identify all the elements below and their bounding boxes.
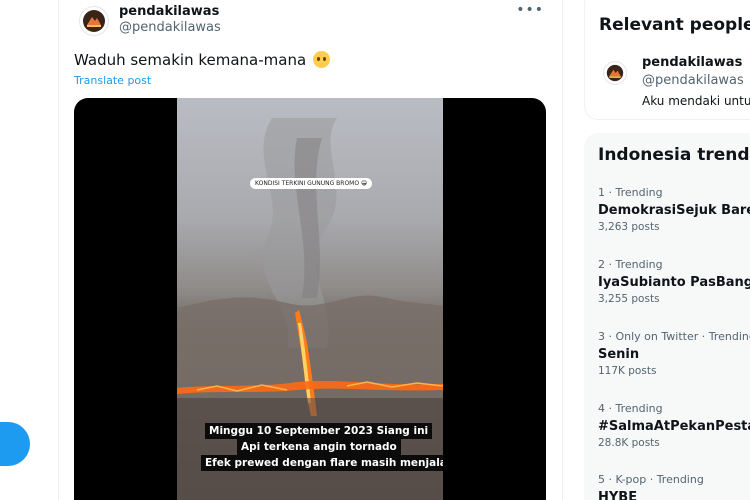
trend-meta: 2 · Trending — [598, 258, 663, 271]
author-handle[interactable]: @pendakilawas — [119, 20, 221, 35]
sidebar: Relevant people pendakilawas @pendakilaw… — [584, 0, 750, 500]
trend-count: 28.8K posts — [598, 437, 660, 449]
video-caption-line-1: Minggu 10 September 2023 Siang ini — [205, 423, 433, 439]
trend-name: Senin — [598, 347, 640, 362]
trend-count: 117K posts — [598, 365, 657, 377]
relevant-people-title: Relevant people — [599, 15, 750, 35]
trend-name: HYBE — [598, 490, 638, 500]
trend-meta: 1 · Trending — [598, 186, 663, 199]
post-column: pendakilawas @pendakilawas ••• Waduh sem… — [58, 0, 563, 500]
post-text: Waduh semakin kemana-mana — [74, 51, 330, 69]
video-caption-line-2: Api terkena angin tornado — [237, 439, 401, 455]
post-video[interactable]: KONDISI TERKINI GUNUNG BROMO 😁 Minggu 10… — [74, 98, 546, 500]
trend-item[interactable]: 3 · Only on Twitter · Trending Senin 117… — [598, 330, 750, 377]
video-frame[interactable]: KONDISI TERKINI GUNUNG BROMO 😁 Minggu 10… — [177, 98, 443, 500]
trend-item[interactable]: 4 · Trending #SalmaAtPekanPesta 28.8K po… — [598, 402, 750, 449]
trend-meta: 3 · Only on Twitter · Trending — [598, 330, 750, 343]
trends-card: Indonesia trends 1 · Trending DemokrasiS… — [584, 133, 750, 500]
trend-meta: 4 · Trending — [598, 402, 663, 415]
trend-item[interactable]: 1 · Trending DemokrasiSejuk BarengP 3,26… — [598, 186, 750, 233]
more-options-icon[interactable]: ••• — [516, 2, 544, 18]
trend-count: 3,255 posts — [598, 293, 660, 305]
video-caption-line-3: Efek prewed dengan flare masih menjalar — [201, 455, 443, 471]
trends-title: Indonesia trends — [598, 145, 750, 165]
trend-name: #SalmaAtPekanPesta — [598, 419, 750, 434]
relevant-person-handle[interactable]: @pendakilawas — [642, 73, 744, 88]
relevant-people-card: Relevant people pendakilawas @pendakilaw… — [584, 0, 750, 120]
trend-meta: 5 · K-pop · Trending — [598, 473, 704, 486]
relevant-person-name[interactable]: pendakilawas — [642, 55, 742, 70]
post-text-content: Waduh semakin kemana-mana — [74, 51, 307, 69]
video-top-caption: KONDISI TERKINI GUNUNG BROMO 😁 — [250, 178, 373, 189]
relevant-person-bio: Aku mendaki untuk — [642, 94, 750, 108]
trend-item[interactable]: 5 · K-pop · Trending HYBE — [598, 473, 704, 500]
author-name[interactable]: pendakilawas — [119, 4, 219, 19]
trend-item[interactable]: 2 · Trending IyaSubianto PasBanget 3,255… — [598, 258, 750, 305]
pleading-face-icon — [312, 51, 330, 68]
trend-name: DemokrasiSejuk BarengP — [598, 203, 750, 218]
relevant-person-avatar[interactable] — [603, 61, 627, 85]
trend-count: 3,263 posts — [598, 221, 660, 233]
trend-name: IyaSubianto PasBanget — [598, 275, 750, 290]
author-avatar[interactable] — [79, 6, 109, 36]
translate-post-link[interactable]: Translate post — [74, 74, 151, 87]
compose-post-button[interactable] — [0, 422, 30, 466]
